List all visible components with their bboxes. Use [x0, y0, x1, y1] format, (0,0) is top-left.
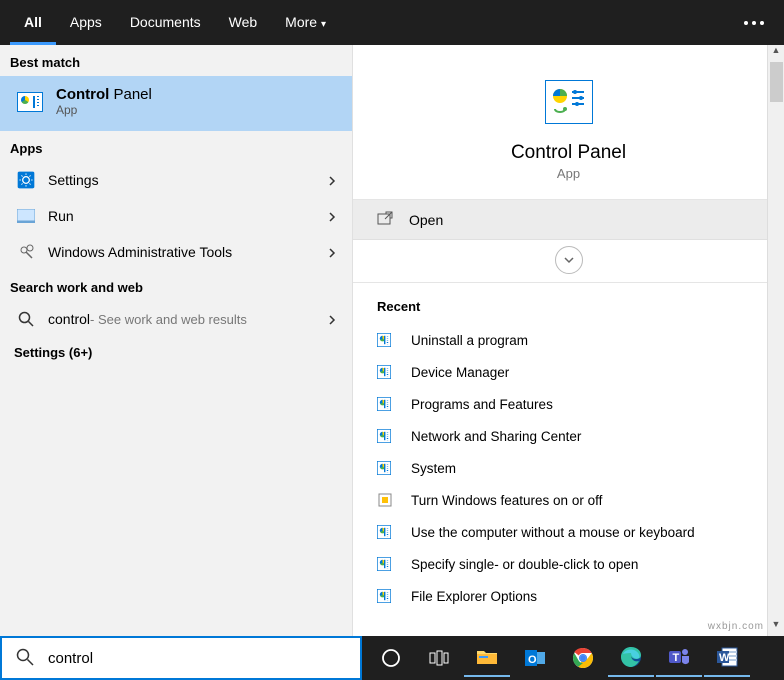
tab-web[interactable]: Web [215, 0, 272, 45]
taskbar-explorer[interactable] [464, 639, 510, 677]
chevron-right-icon [326, 210, 338, 222]
features-icon [377, 492, 397, 508]
settings-more[interactable]: Settings (6+) [0, 337, 352, 368]
preview-subtitle: App [557, 166, 580, 181]
control-panel-icon [14, 90, 46, 114]
app-item-run[interactable]: Run [0, 198, 352, 234]
web-search-item[interactable]: control - See work and web results [0, 301, 352, 337]
svg-text:W: W [719, 652, 730, 664]
control-panel-large-icon [545, 80, 593, 124]
recent-item[interactable]: Turn Windows features on or off [377, 484, 760, 516]
tab-documents[interactable]: Documents [116, 0, 215, 45]
web-search-suffix: - See work and web results [90, 312, 247, 327]
results-panel: Best match Control Panel App Apps Settin… [0, 45, 352, 636]
control-panel-icon [377, 396, 397, 412]
taskbar-chrome[interactable] [560, 639, 606, 677]
tab-more[interactable]: More ▾ [271, 0, 340, 45]
search-input[interactable] [48, 650, 346, 667]
control-panel-icon [377, 460, 397, 476]
search-icon [16, 648, 36, 669]
admin-tools-icon [14, 240, 38, 264]
watermark: wxbjn.com [708, 621, 764, 632]
recent-item[interactable]: System [377, 452, 760, 484]
control-panel-icon [377, 364, 397, 380]
tab-all[interactable]: All [10, 0, 56, 45]
open-icon [377, 211, 397, 228]
best-match-subtitle: App [56, 103, 152, 117]
taskbar-outlook[interactable]: O [512, 639, 558, 677]
app-label: Settings [48, 172, 326, 188]
run-icon [14, 204, 38, 228]
section-apps: Apps [0, 131, 352, 162]
search-tabs: All Apps Documents Web More ▾ [0, 0, 784, 45]
control-panel-icon [377, 556, 397, 572]
recent-item[interactable]: Device Manager [377, 356, 760, 388]
options-icon[interactable] [744, 21, 764, 25]
chevron-down-icon[interactable] [555, 246, 583, 274]
section-best-match: Best match [0, 45, 352, 76]
scroll-thumb[interactable] [770, 62, 783, 102]
app-label: Windows Administrative Tools [48, 244, 326, 260]
gear-icon [14, 168, 38, 192]
expand-actions [353, 240, 784, 283]
control-panel-icon [377, 332, 397, 348]
recent-item[interactable]: Specify single- or double-click to open [377, 548, 760, 580]
best-match-item[interactable]: Control Panel App [0, 76, 352, 131]
tab-apps[interactable]: Apps [56, 0, 116, 45]
preview-title: Control Panel [511, 142, 626, 164]
chevron-right-icon [326, 313, 338, 325]
scroll-down-icon[interactable]: ▼ [768, 619, 784, 636]
recent-item[interactable]: Programs and Features [377, 388, 760, 420]
svg-text:O: O [528, 654, 537, 666]
taskbar: O T W [362, 636, 784, 680]
recent-header: Recent [377, 299, 760, 314]
recent-item[interactable]: Network and Sharing Center [377, 420, 760, 452]
taskbar-cortana[interactable] [368, 639, 414, 677]
taskbar-taskview[interactable] [416, 639, 462, 677]
recent-item[interactable]: Uninstall a program [377, 324, 760, 356]
open-label: Open [409, 212, 443, 228]
open-action[interactable]: Open [353, 200, 784, 240]
chevron-right-icon [326, 174, 338, 186]
search-icon [14, 307, 38, 331]
recent-item[interactable]: Use the computer without a mouse or keyb… [377, 516, 760, 548]
control-panel-icon [377, 428, 397, 444]
app-label: Run [48, 208, 326, 224]
scrollbar[interactable]: ▲ ▼ [767, 45, 784, 636]
svg-text:T: T [673, 652, 680, 664]
preview-panel: Control Panel App Open Recent Uninstall … [352, 45, 784, 636]
recent-item[interactable]: File Explorer Options [377, 580, 760, 612]
search-input-container[interactable] [0, 636, 362, 680]
control-panel-icon [377, 588, 397, 604]
app-item-settings[interactable]: Settings [0, 162, 352, 198]
app-item-admin-tools[interactable]: Windows Administrative Tools [0, 234, 352, 270]
chevron-right-icon [326, 246, 338, 258]
taskbar-word[interactable]: W [704, 639, 750, 677]
scroll-up-icon[interactable]: ▲ [768, 45, 784, 62]
control-panel-icon [377, 524, 397, 540]
taskbar-teams[interactable]: T [656, 639, 702, 677]
web-search-query: control [48, 311, 90, 327]
best-match-title: Control Panel [56, 86, 152, 103]
taskbar-edge[interactable] [608, 639, 654, 677]
section-search-web: Search work and web [0, 270, 352, 301]
